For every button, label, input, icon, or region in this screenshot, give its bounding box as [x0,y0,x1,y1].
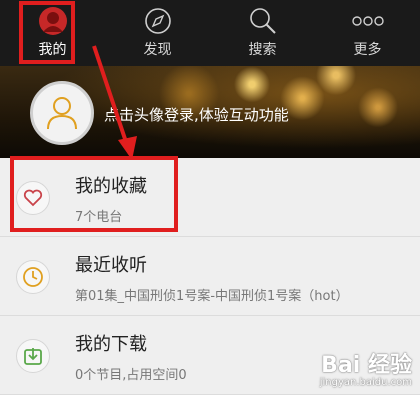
list-item-subtitle: 第01集_中国刑侦1号案-中国刑侦1号案（hot） [75,289,349,304]
watermark-logo: Bai 经验 [321,353,412,378]
highlight-box-mine-tab [19,1,75,64]
search-icon [248,6,278,36]
list-item-subtitle: 0个节目,占用空间0 [75,368,187,383]
download-icon [16,339,50,373]
tab-label: 更多 [353,42,382,58]
more-dots-icon [351,6,384,36]
highlight-box-favorites [10,156,178,232]
watermark: Bai 经验 jingyan.baidu.com [320,347,412,388]
tab-label: 发现 [143,42,172,58]
list-item-recent[interactable]: 最近收听 第01集_中国刑侦1号案-中国刑侦1号案（hot） [0,237,420,316]
list-item-title: 最近收听 [75,255,147,276]
list-item-title: 我的下载 [75,334,147,355]
watermark-url: jingyan.baidu.com [319,377,412,388]
tab-more[interactable]: 更多 [315,0,420,66]
user-avatar-icon[interactable] [30,81,94,145]
tab-discover[interactable]: 发现 [105,0,210,66]
tab-search[interactable]: 搜索 [210,0,315,66]
clock-icon [16,260,50,294]
compass-icon [144,6,172,36]
login-hint-text[interactable]: 点击头像登录,体验互动功能 [104,104,289,125]
tab-label: 搜索 [248,42,277,58]
